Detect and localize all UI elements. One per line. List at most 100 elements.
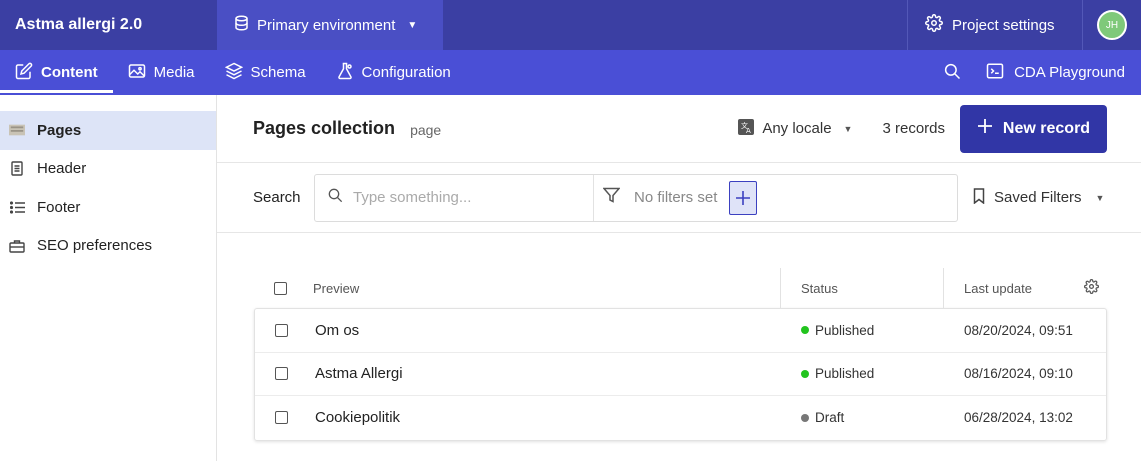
status-badge: Draft xyxy=(801,410,944,425)
terminal-icon xyxy=(986,62,1004,84)
status-dot xyxy=(801,413,809,422)
sidebar-item-label: SEO preferences xyxy=(37,237,153,255)
document-icon xyxy=(9,161,25,176)
nav-media-label: Media xyxy=(153,64,195,81)
sidebar-item-footer[interactable]: Footer xyxy=(0,188,216,227)
sidebar-item-seo-preferences[interactable]: SEO preferences xyxy=(0,227,216,266)
sidebar-item-label: Pages xyxy=(37,121,82,139)
project-settings-label: Project settings xyxy=(952,16,1055,34)
page-title: Pages collection xyxy=(253,118,396,138)
sidebar-item-header[interactable]: Header xyxy=(0,150,216,189)
search-input-wrapper xyxy=(315,174,594,221)
add-filter-button[interactable] xyxy=(729,180,758,215)
environment-label: Primary environment xyxy=(257,16,396,34)
nav-content[interactable]: Content xyxy=(0,50,113,95)
locale-label: Any locale xyxy=(762,120,832,137)
image-icon xyxy=(128,63,146,83)
status-label: Published xyxy=(815,366,875,382)
chevron-down-icon: ▼ xyxy=(1095,192,1105,203)
filters-status: No filters set xyxy=(634,189,718,206)
project-title[interactable]: Astma allergi 2.0 xyxy=(0,0,217,50)
project-settings-button[interactable]: Project settings xyxy=(907,0,1082,50)
user-menu[interactable]: JH xyxy=(1082,0,1141,50)
saved-filters-label: Saved Filters xyxy=(994,189,1082,206)
nav-configuration-label: Configuration xyxy=(361,64,451,81)
row-last-update: 06/28/2024, 13:02 xyxy=(964,410,1073,426)
nav-schema[interactable]: Schema xyxy=(210,50,321,95)
chevron-down-icon: ▼ xyxy=(407,19,418,31)
chevron-down-icon: ▼ xyxy=(843,123,853,134)
gear-icon xyxy=(925,14,943,36)
nav-content-label: Content xyxy=(41,64,98,81)
table-header: Preview Status Last update xyxy=(254,268,1107,308)
gear-icon[interactable] xyxy=(1084,279,1099,297)
sidebar-item-label: Header xyxy=(37,160,87,178)
sidebar-item-pages[interactable]: Pages xyxy=(0,111,216,150)
records-count: 3 records xyxy=(882,120,945,137)
new-record-label: New record xyxy=(1002,119,1091,137)
search-label: Search xyxy=(253,189,301,206)
new-record-button[interactable]: New record xyxy=(960,104,1107,153)
filters-area: No filters set xyxy=(594,175,758,221)
search-input[interactable] xyxy=(353,189,583,206)
status-label: Draft xyxy=(815,410,845,426)
status-label: Published xyxy=(815,322,875,338)
column-header-last-update-label: Last update xyxy=(964,280,1032,296)
edit-icon xyxy=(15,62,33,84)
layers-icon xyxy=(224,62,243,84)
status-badge: Published xyxy=(801,323,944,338)
main-nav: Content Media Schema Configuration CDA P… xyxy=(0,50,1141,95)
table-row[interactable]: Cookiepolitik Draft 06/28/2024, 13:02 xyxy=(255,396,1106,440)
global-search-button[interactable] xyxy=(930,50,974,95)
column-header-last-update[interactable]: Last update xyxy=(943,268,1107,308)
row-checkbox[interactable] xyxy=(275,323,288,337)
sidebar-item-label: Footer xyxy=(37,198,81,216)
model-api-key: page xyxy=(410,121,442,138)
environment-switcher[interactable]: Primary environment ▼ xyxy=(217,0,443,50)
nav-configuration[interactable]: Configuration xyxy=(321,50,466,95)
column-header-status[interactable]: Status xyxy=(780,268,943,308)
row-last-update: 08/16/2024, 09:10 xyxy=(964,366,1073,382)
translate-icon: 文A xyxy=(738,118,755,139)
main-content: Pages collection page 文A Any locale ▼ 3 … xyxy=(217,95,1141,461)
search-icon xyxy=(327,187,343,208)
sidebar: Pages Header Footer SEO preferences xyxy=(0,95,217,461)
table-row[interactable]: Astma Allergi Published 08/16/2024, 09:1… xyxy=(255,353,1106,396)
top-bar: Astma allergi 2.0 Primary environment ▼ … xyxy=(0,0,1141,50)
cda-playground-label: CDA Playground xyxy=(1014,64,1125,81)
plus-icon xyxy=(977,118,993,139)
collection-header: Pages collection page 文A Any locale ▼ 3 … xyxy=(217,95,1141,163)
pages-icon xyxy=(9,122,25,138)
nav-schema-label: Schema xyxy=(250,64,306,81)
row-preview[interactable]: Cookiepolitik xyxy=(308,409,781,426)
row-last-update: 08/20/2024, 09:51 xyxy=(964,322,1073,338)
search-icon xyxy=(943,62,961,84)
toolbox-icon xyxy=(9,239,25,253)
column-header-preview[interactable]: Preview xyxy=(307,281,780,296)
row-checkbox[interactable] xyxy=(275,411,288,425)
avatar[interactable]: JH xyxy=(1097,10,1127,40)
saved-filters-dropdown[interactable]: Saved Filters ▼ xyxy=(973,187,1105,208)
bookmark-icon xyxy=(973,187,985,208)
locale-selector[interactable]: 文A Any locale ▼ xyxy=(738,118,853,139)
table-body: Om os Published 08/20/2024, 09:51 Astma … xyxy=(254,308,1107,441)
row-preview[interactable]: Astma Allergi xyxy=(308,365,781,382)
search-bar: Search No filters set Sa xyxy=(217,163,1141,233)
svg-text:A: A xyxy=(746,127,751,135)
flask-icon xyxy=(336,62,354,84)
row-preview[interactable]: Om os xyxy=(308,322,781,339)
row-checkbox[interactable] xyxy=(275,367,288,381)
list-icon xyxy=(9,201,25,214)
status-dot xyxy=(801,369,809,378)
cda-playground-button[interactable]: CDA Playground xyxy=(974,50,1141,95)
filter-icon xyxy=(602,187,621,208)
status-dot xyxy=(801,326,809,335)
records-table: Preview Status Last update Om os Publish… xyxy=(254,268,1107,441)
nav-media[interactable]: Media xyxy=(113,50,210,95)
select-all-checkbox[interactable] xyxy=(274,281,287,295)
plus-icon xyxy=(736,190,751,205)
database-icon xyxy=(234,15,249,35)
table-row[interactable]: Om os Published 08/20/2024, 09:51 xyxy=(255,309,1106,353)
status-badge: Published xyxy=(801,366,944,381)
search-box: No filters set xyxy=(314,173,958,222)
